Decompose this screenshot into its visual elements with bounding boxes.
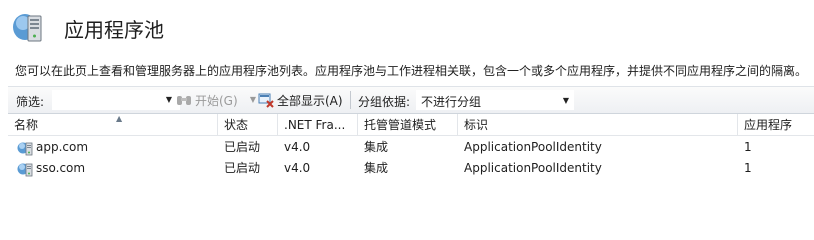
filter-toolbar: 筛选: ▼ 开始(G) ▼ 全部显示(A) 分组依据: 不进行分组 ▼ [8, 86, 814, 114]
cell-applications: 1 [744, 140, 752, 154]
filter-input[interactable] [52, 90, 180, 110]
binoculars-icon [177, 96, 191, 105]
cell-identity: ApplicationPoolIdentity [464, 161, 602, 175]
show-all-icon [258, 93, 274, 108]
cell-status: 已启动 [224, 140, 261, 154]
toolbar-divider [350, 91, 351, 109]
page-header: 应用程序池 [0, 0, 814, 56]
column-header-pipeline-label: 托管管道模式 [364, 118, 437, 132]
app-pool-icon [17, 142, 33, 155]
cell-net-version: v4.0 [284, 140, 311, 154]
column-header-identity-label: 标识 [464, 118, 489, 132]
app-pools-page: 应用程序池 您可以在此页上查看和管理服务器上的应用程序池列表。应用程序池与工作进… [0, 0, 814, 216]
start-filter-button[interactable]: 开始(G) [176, 90, 238, 110]
column-header-applications-label: 应用程序 [744, 118, 793, 132]
server-pool-icon [13, 14, 42, 42]
pool-name: app.com [36, 140, 89, 154]
show-all-button[interactable]: 全部显示(A) [258, 90, 343, 110]
app-pool-icon [17, 163, 33, 176]
group-by-select[interactable]: 不进行分组 ▼ [416, 90, 574, 110]
filter-dropdown-arrow-icon[interactable]: ▼ [162, 90, 176, 110]
table-row[interactable]: sso.com 已启动 v4.0 集成 ApplicationPoolIdent… [8, 158, 814, 179]
group-by-value: 不进行分组 [421, 95, 482, 109]
column-header-name-label: 名称 [14, 118, 39, 132]
filter-label: 筛选: [16, 95, 45, 109]
column-header-net-framework[interactable]: .NET Fra... [278, 114, 358, 136]
sort-ascending-icon: ▲ [116, 114, 123, 123]
column-header-identity[interactable]: 标识 [458, 114, 738, 136]
show-all-label: 全部显示(A) [277, 93, 343, 108]
group-by-dropdown-arrow-icon[interactable]: ▼ [559, 91, 573, 111]
cell-identity: ApplicationPoolIdentity [464, 140, 602, 154]
cell-status: 已启动 [224, 161, 261, 175]
start-filter-label: 开始(G) [195, 93, 238, 108]
page-title: 应用程序池 [64, 18, 164, 42]
cell-name: sso.com [8, 158, 218, 179]
cell-pipeline-mode: 集成 [364, 161, 389, 175]
cell-net-version: v4.0 [284, 161, 311, 175]
cell-applications: 1 [744, 161, 752, 175]
column-header-pipeline-mode[interactable]: 托管管道模式 [358, 114, 458, 136]
column-header-status[interactable]: 状态 [218, 114, 278, 136]
cell-pipeline-mode: 集成 [364, 140, 389, 154]
column-header-name[interactable]: 名称 ▲ [8, 114, 218, 136]
pool-name: sso.com [36, 161, 86, 175]
column-header-status-label: 状态 [224, 118, 249, 132]
cell-name: app.com [8, 137, 218, 158]
table-row[interactable]: app.com 已启动 v4.0 集成 ApplicationPoolIdent… [8, 137, 814, 158]
column-header-applications[interactable]: 应用程序 [738, 114, 814, 136]
page-description: 您可以在此页上查看和管理服务器上的应用程序池列表。应用程序池与工作进程相关联，包… [15, 64, 808, 78]
table-header: 名称 ▲ 状态 .NET Fra... 托管管道模式 标识 应用程序 [8, 114, 814, 136]
group-by-label: 分组依据: [358, 95, 411, 109]
column-header-net-label: .NET Fra... [284, 118, 346, 132]
